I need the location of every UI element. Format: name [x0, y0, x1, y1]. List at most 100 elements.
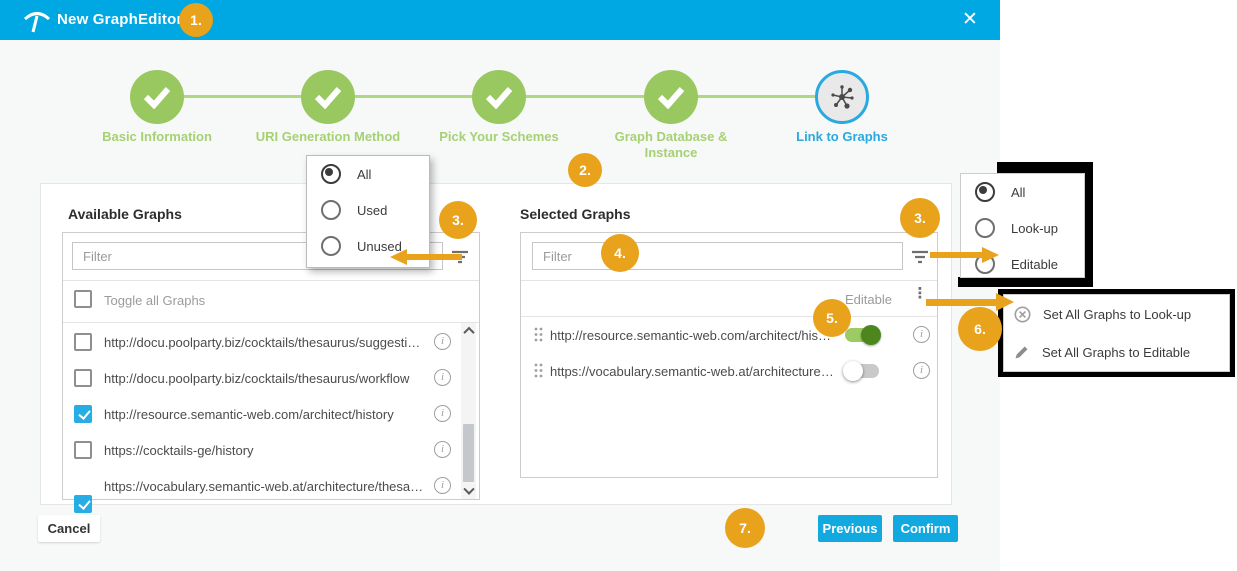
selected-graphs-heading: Selected Graphs	[520, 206, 631, 222]
editable-toggle[interactable]	[843, 361, 881, 381]
info-icon[interactable]: i	[913, 362, 930, 379]
menu-item-label: Set All Graphs to Editable	[1042, 345, 1190, 360]
scroll-down-button[interactable]	[461, 484, 476, 499]
step-circle-pick-schemes	[472, 70, 526, 124]
available-graphs-heading: Available Graphs	[68, 206, 182, 222]
info-icon[interactable]: i	[434, 477, 451, 494]
drag-handle-icon[interactable]	[534, 327, 543, 342]
filter-option-lookup[interactable]: Look-up	[961, 210, 1084, 246]
available-graphs-panel	[62, 232, 480, 500]
step-label-pick-schemes: Pick Your Schemes	[409, 129, 589, 145]
editable-toggle[interactable]	[843, 325, 881, 345]
graph-url: https://cocktails-ge/history	[104, 443, 426, 458]
confirm-button[interactable]: Confirm	[893, 515, 958, 542]
annotation-badge-3-left: 3.	[439, 201, 477, 239]
annotation-arrow-right	[982, 247, 999, 263]
scrollbar[interactable]	[461, 323, 476, 499]
poolparty-logo-icon	[22, 9, 52, 33]
graph-editor-dialog: New GraphEditor ✕	[0, 0, 1000, 571]
filter-option-used[interactable]: Used	[307, 192, 429, 228]
check-icon	[142, 85, 172, 109]
check-icon	[656, 85, 686, 109]
check-icon	[484, 85, 514, 109]
selected-graph-url: http://resource.semantic-web.com/archite…	[550, 328, 836, 343]
filter-option-all[interactable]: All	[307, 156, 429, 192]
selected-filter-icon[interactable]	[911, 250, 929, 264]
step-label-link-to-graphs: Link to Graphs	[752, 129, 932, 145]
divider	[521, 316, 937, 317]
cancel-button[interactable]: Cancel	[38, 515, 100, 542]
app-root: New GraphEditor ✕	[0, 0, 1237, 571]
graph-network-icon	[827, 82, 857, 112]
info-icon[interactable]: i	[434, 333, 451, 350]
radio-icon[interactable]	[975, 182, 995, 202]
menu-item-set-all-lookup[interactable]: Set All Graphs to Look-up	[1004, 295, 1229, 333]
radio-icon[interactable]	[975, 218, 995, 238]
annotation-badge-3-right: 3.	[900, 198, 940, 238]
cancel-circle-icon	[1014, 306, 1031, 323]
step-circle-link-to-graphs	[815, 70, 869, 124]
graph-checkbox[interactable]	[74, 333, 92, 351]
annotation-badge-2: 2.	[568, 153, 602, 187]
graph-url: http://resource.semantic-web.com/archite…	[104, 407, 426, 422]
title-bar: New GraphEditor ✕	[0, 0, 1000, 40]
toggle-all-label: Toggle all Graphs	[104, 293, 205, 308]
annotation-badge-5: 5.	[813, 299, 851, 337]
drag-handle-icon[interactable]	[534, 363, 543, 378]
graph-checkbox[interactable]	[74, 369, 92, 387]
annotation-arrow-right	[996, 293, 1014, 311]
graph-checkbox[interactable]	[74, 441, 92, 459]
selected-graph-url: https://vocabulary.semantic-web.at/archi…	[550, 364, 836, 379]
divider	[63, 280, 479, 281]
pencil-icon	[1014, 344, 1030, 360]
editable-column-label: Editable	[845, 292, 892, 307]
previous-button[interactable]: Previous	[818, 515, 882, 542]
divider	[521, 280, 937, 281]
filter-option-all[interactable]: All	[961, 174, 1084, 210]
highlight-frame	[997, 162, 1093, 173]
step-circle-basic-information	[130, 70, 184, 124]
info-icon[interactable]: i	[434, 369, 451, 386]
step-circle-uri-generation	[301, 70, 355, 124]
graph-checkbox[interactable]	[74, 405, 92, 423]
step-label-basic-information: Basic Information	[67, 129, 247, 145]
radio-icon[interactable]	[321, 164, 341, 184]
annotation-arrow-tail	[926, 299, 998, 306]
scrollbar-thumb[interactable]	[463, 424, 474, 482]
filter-option-label: All	[1011, 185, 1025, 200]
filter-option-label: Look-up	[1011, 221, 1058, 236]
close-icon[interactable]: ✕	[956, 7, 984, 33]
kebab-menu-icon[interactable]: ⋮	[912, 291, 928, 297]
dialog-title: New GraphEditor	[57, 11, 183, 28]
step-label-uri-generation: URI Generation Method	[238, 129, 418, 145]
annotation-badge-1: 1.	[179, 3, 213, 37]
filter-option-label: Editable	[1011, 257, 1058, 272]
available-filter-dropdown: All Used Unused	[306, 155, 430, 268]
info-icon[interactable]: i	[434, 441, 451, 458]
radio-icon[interactable]	[321, 200, 341, 220]
info-icon[interactable]: i	[434, 405, 451, 422]
info-icon[interactable]: i	[913, 326, 930, 343]
step-circle-graph-database	[644, 70, 698, 124]
graph-checkbox[interactable]	[74, 495, 92, 513]
divider	[63, 322, 479, 323]
set-all-actions-menu: Set All Graphs to Look-up Set All Graphs…	[1003, 294, 1230, 372]
graph-url: https://vocabulary.semantic-web.at/archi…	[104, 479, 426, 494]
annotation-badge-6: 6.	[958, 307, 1002, 351]
menu-item-set-all-editable[interactable]: Set All Graphs to Editable	[1004, 333, 1229, 371]
filter-option-label: All	[357, 167, 371, 182]
menu-item-label: Set All Graphs to Look-up	[1043, 307, 1191, 322]
selected-filter-dropdown: All Look-up Editable	[960, 173, 1085, 278]
graph-url: http://docu.poolparty.biz/cocktails/thes…	[104, 371, 426, 386]
annotation-badge-4: 4.	[601, 234, 639, 272]
selected-filter-input[interactable]	[532, 242, 903, 270]
check-icon	[313, 85, 343, 109]
scroll-up-button[interactable]	[461, 323, 476, 338]
radio-icon[interactable]	[321, 236, 341, 256]
step-label-graph-database: Graph Database & Instance	[596, 129, 746, 161]
filter-option-label: Used	[357, 203, 387, 218]
annotation-arrow-tail	[930, 252, 983, 258]
annotation-arrow-tail	[405, 254, 462, 260]
annotation-badge-7: 7.	[725, 508, 765, 548]
toggle-all-checkbox[interactable]	[74, 290, 92, 308]
